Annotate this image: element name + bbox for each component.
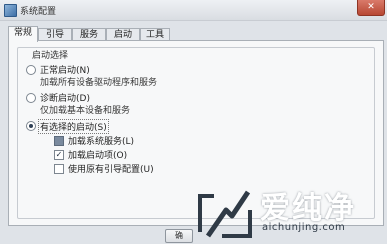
site-watermark: 爱纯净 aichunjing.com (188, 182, 387, 244)
load-system-services-label[interactable]: 加载系统服务(L) (68, 134, 134, 147)
watermark-url: aichunjing.com (262, 222, 346, 233)
msconfig-icon (4, 4, 17, 17)
watermark-logo-icon (198, 190, 252, 238)
close-button[interactable]: ✕ (357, 0, 385, 16)
load-system-services-checkbox[interactable] (54, 136, 64, 146)
window-title: 系统配置 (20, 7, 57, 17)
normal-startup-description: 加载所有设备驱动程序和服务 (40, 78, 158, 88)
load-startup-items-label[interactable]: 加载启动项(O) (68, 148, 127, 161)
watermark-brand-text: 爱纯净 (260, 191, 356, 226)
diagnostic-startup-description: 仅加载基本设备和服务 (40, 106, 131, 116)
normal-startup-radio[interactable] (26, 65, 36, 75)
use-original-boot-config-label[interactable]: 使用原有引导配置(U) (68, 162, 154, 175)
diagnostic-startup-radio[interactable] (26, 93, 36, 103)
startup-selection-legend: 启动选择 (30, 48, 71, 61)
selective-startup-radio[interactable] (26, 121, 36, 131)
tab-general[interactable]: 常规 (8, 26, 38, 42)
load-startup-items-checkbox[interactable]: ✓ (54, 150, 64, 160)
title-bar: 系统配置 ✕ (0, 0, 387, 21)
selective-startup-label[interactable]: 有选择的启动(S) (38, 119, 109, 134)
use-original-boot-config-checkbox[interactable] (54, 164, 64, 174)
